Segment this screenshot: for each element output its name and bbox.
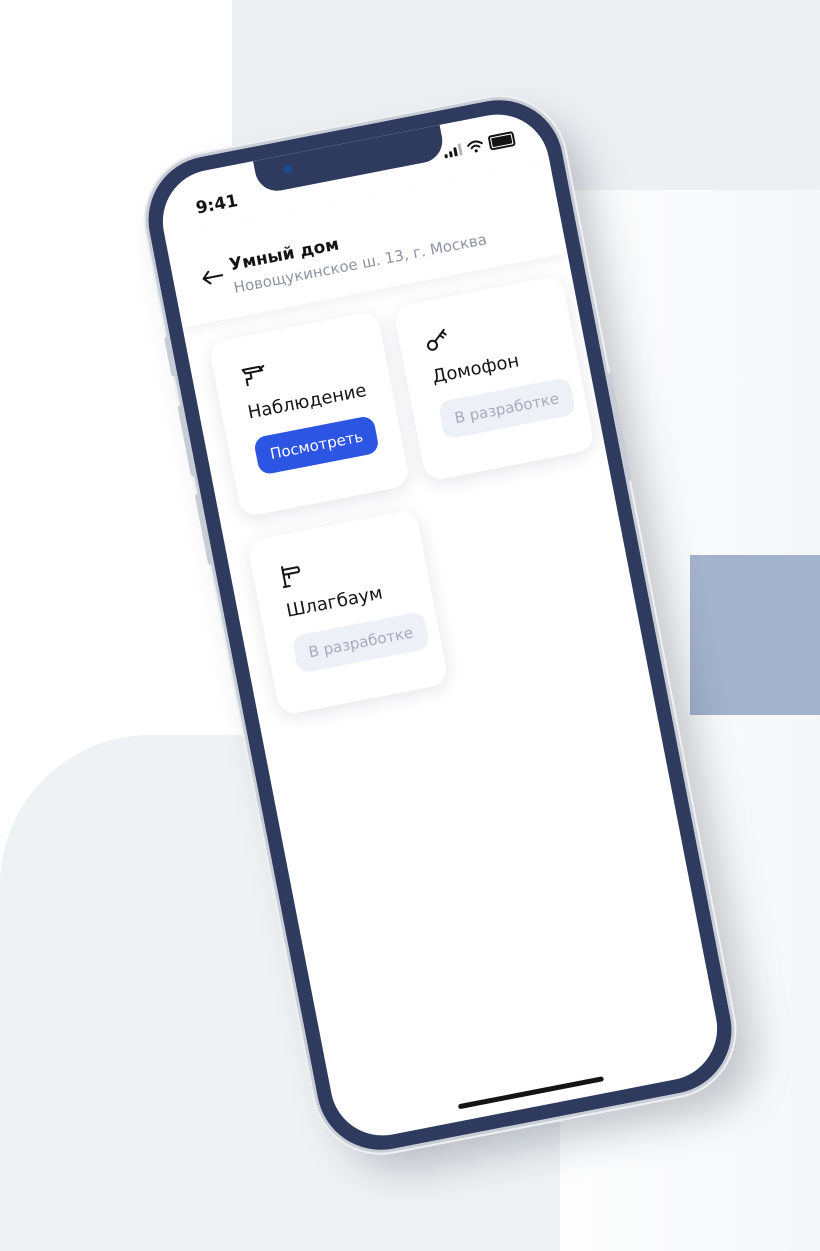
card-label: Шлагбаум	[284, 582, 385, 622]
card-intercom[interactable]: Домофон В разработке	[392, 274, 596, 482]
wifi-icon	[466, 139, 483, 152]
status-time: 9:41	[194, 191, 240, 219]
card-surveillance[interactable]: Наблюдение Посмотреть	[207, 310, 411, 518]
key-icon	[426, 328, 447, 351]
in-development-badge: В разработке	[437, 376, 577, 440]
battery-icon	[487, 130, 516, 151]
in-development-badge: В разработке	[291, 610, 431, 674]
card-label: Наблюдение	[246, 379, 369, 424]
background-block-blue	[690, 555, 820, 715]
signal-icon	[443, 142, 463, 158]
card-barrier[interactable]: Шлагбаум В разработке	[246, 508, 450, 717]
back-arrow-icon[interactable]	[200, 267, 225, 287]
barrier-icon	[281, 566, 301, 589]
front-camera	[282, 163, 294, 175]
camera-icon	[241, 364, 265, 387]
status-icons	[442, 130, 516, 159]
card-label: Домофон	[430, 350, 521, 388]
view-button[interactable]: Посмотреть	[252, 414, 381, 476]
